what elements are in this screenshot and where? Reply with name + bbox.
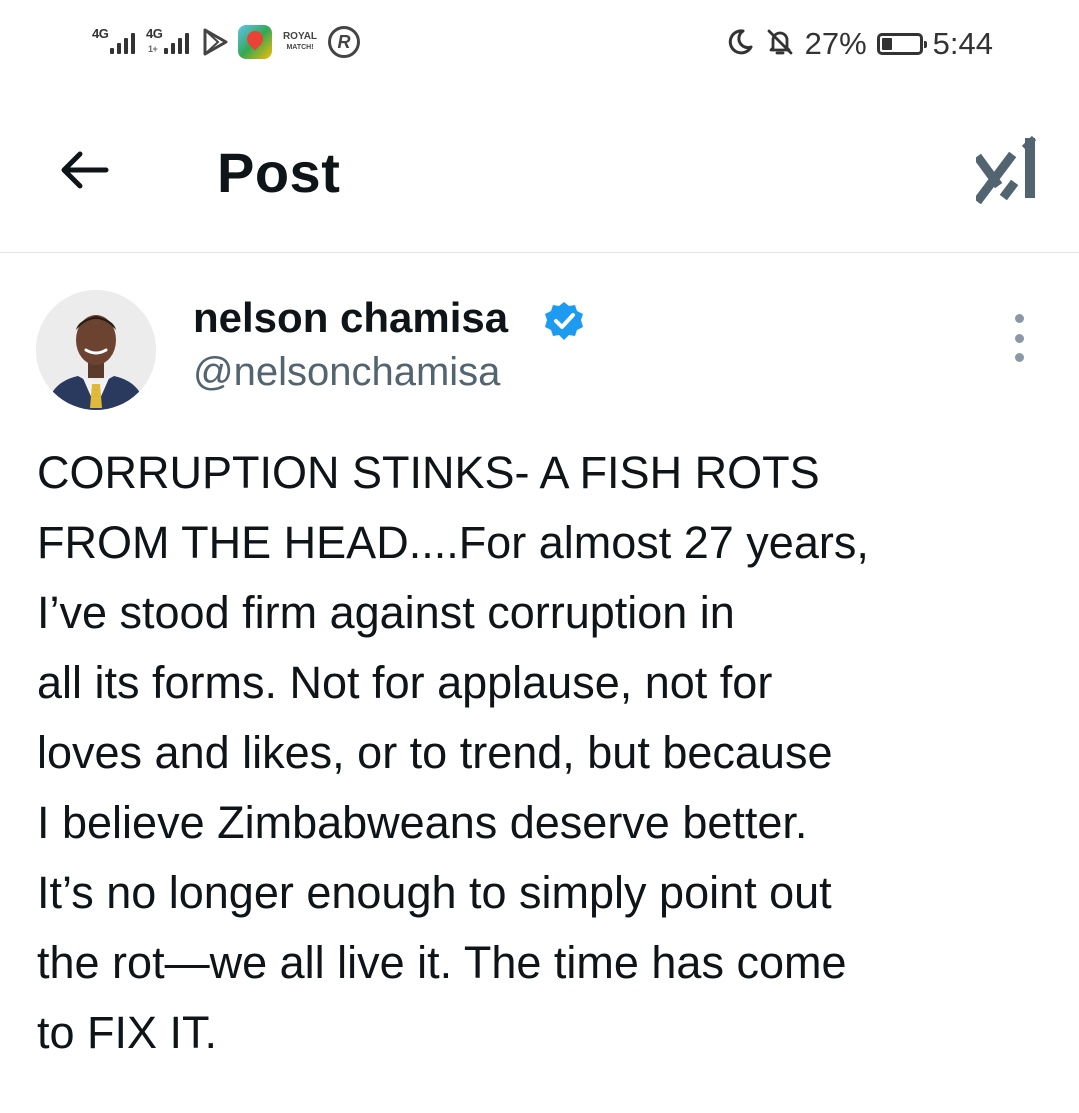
royal-match-label-1: ROYAL [282, 30, 318, 42]
network-type-sim1: 4G [92, 26, 109, 41]
network-type-sim2: 4G [146, 26, 163, 41]
status-bar-right: 27% 5:44 [725, 24, 993, 64]
grok-button[interactable] [973, 134, 1040, 205]
more-dot [1014, 333, 1024, 343]
status-bar-left: 4G 4G 1+ ROYAL MATCH! R [92, 22, 360, 62]
clock: 5:44 [932, 26, 993, 61]
back-button[interactable] [56, 146, 112, 194]
grok-icon [973, 135, 1037, 205]
status-bar: 4G 4G 1+ ROYAL MATCH! R 27% 5:44 [0, 0, 1079, 90]
verified-badge-icon [543, 300, 585, 342]
signal-sim2-icon: 4G 1+ [146, 24, 192, 60]
moon-icon [725, 27, 755, 62]
battery-icon [876, 33, 927, 55]
post-text: CORRUPTION STINKS- A FISH ROTS FROM THE … [37, 447, 869, 1058]
more-dot [1014, 353, 1024, 362]
bell-muted-icon [765, 27, 795, 62]
royal-match-icon: ROYAL MATCH! [280, 30, 320, 53]
more-options-button[interactable] [1004, 314, 1034, 362]
avatar-photo [36, 290, 156, 410]
battery-percent: 27% [804, 26, 867, 61]
page-title: Post [217, 141, 341, 204]
network-sub-sim2: 1+ [148, 44, 158, 54]
author-avatar[interactable] [36, 290, 156, 410]
top-app-bar: Post [0, 90, 1079, 253]
signal-sim1-icon: 4G [92, 24, 138, 60]
r-app-icon: R [328, 26, 360, 58]
play-store-icon [200, 27, 230, 57]
maps-icon [238, 25, 272, 59]
author-name[interactable]: nelson chamisa [193, 294, 508, 342]
arrow-left-icon [61, 151, 109, 189]
author-handle[interactable]: @nelsonchamisa [193, 350, 500, 395]
more-dot [1014, 314, 1024, 323]
royal-match-label-2: MATCH! [286, 43, 314, 51]
